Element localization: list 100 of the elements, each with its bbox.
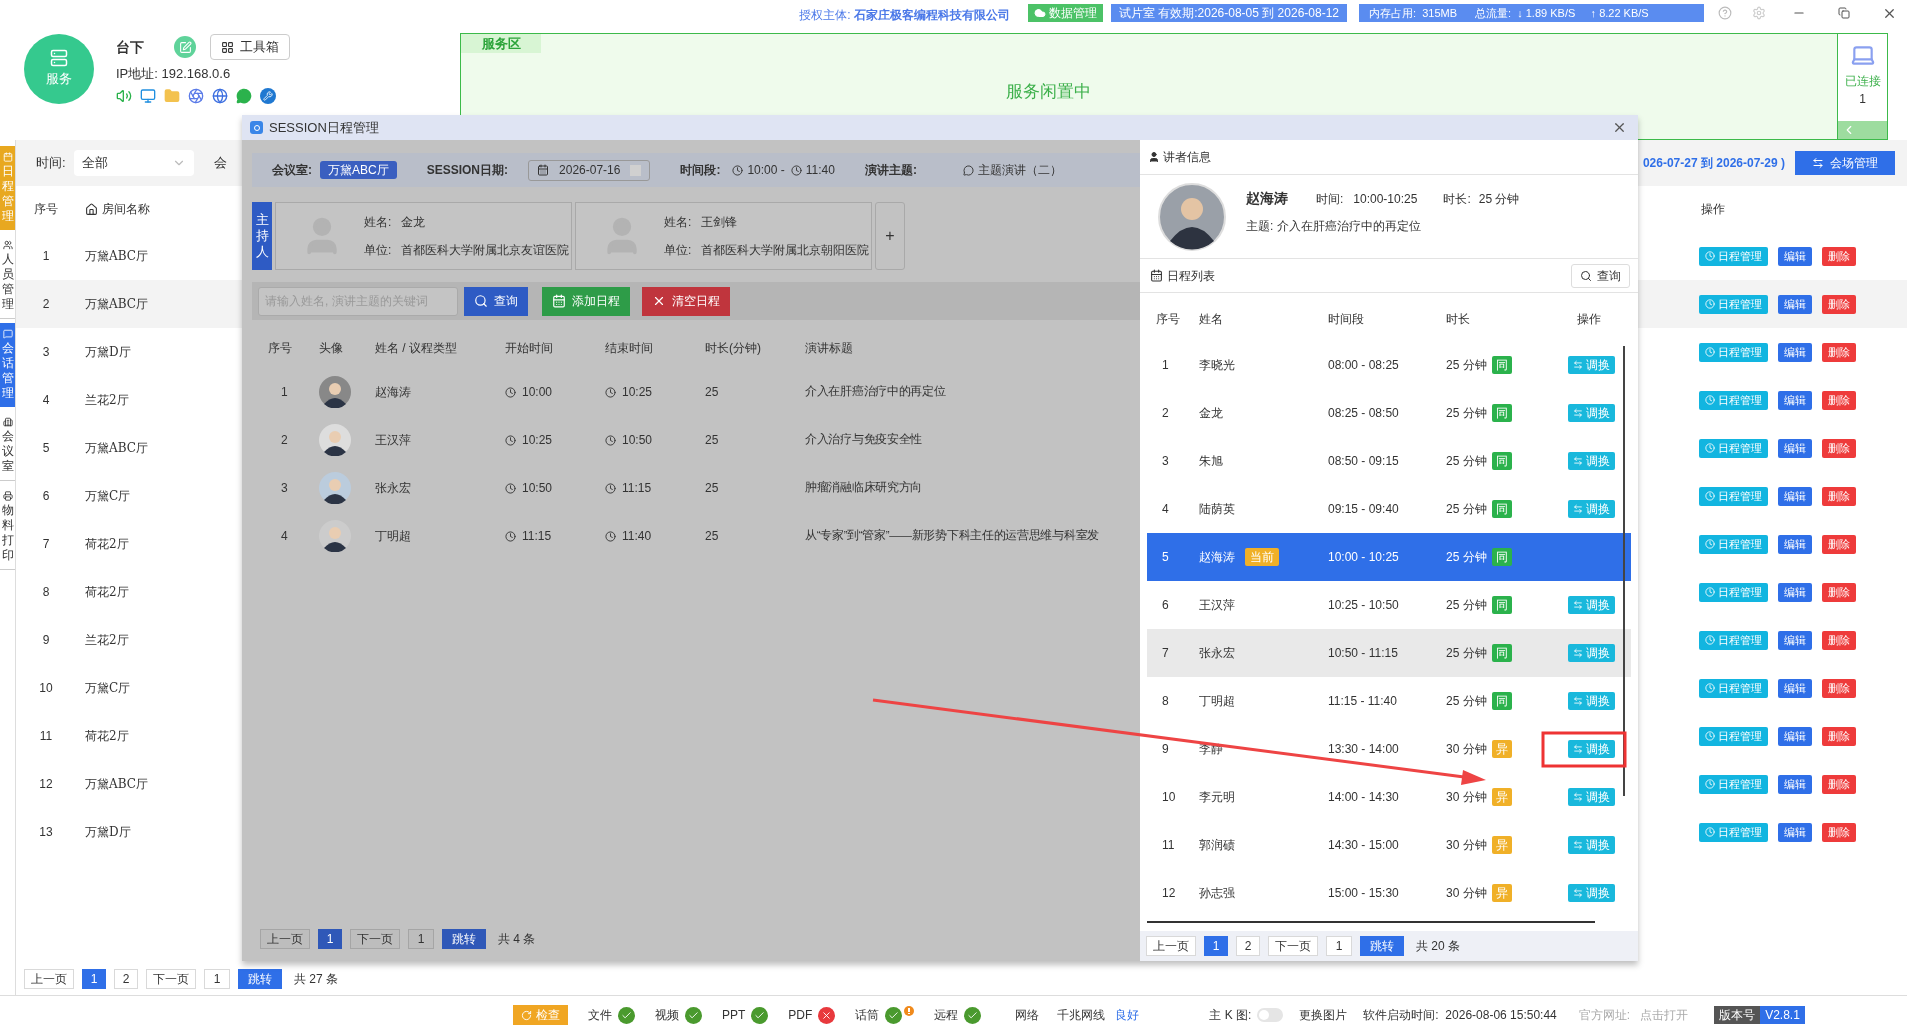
table-cell-text: 陆荫英 (1199, 501, 1235, 518)
table-cell-text: 9 (1161, 741, 1170, 758)
table-cell-text: 5 (1161, 549, 1170, 566)
status-label: 话筒 (855, 1007, 880, 1024)
table-cell-text: 万黛ABC厅 (85, 296, 148, 313)
table-cell-text: 3 (1161, 453, 1170, 470)
table-cell-text: 25 分钟 (1446, 501, 1487, 518)
table-cell-text: 25 (705, 528, 720, 545)
table-cell-text: 10:00 - 10:25 (1327, 549, 1400, 566)
table-cell-text: 10:25 - 10:50 (1327, 597, 1400, 614)
table-cell-text: 25 分钟 (1446, 405, 1487, 422)
column-header: 开始时间 (505, 340, 554, 357)
time-value: 10:00-10:25 (1353, 190, 1418, 208)
panel-title: 讲者信息 (1163, 149, 1211, 166)
table-cell-text: 万黛ABC厅 (85, 248, 148, 265)
host-name-label: 姓名: (664, 214, 692, 231)
room-tag: 万黛ABC厅 (320, 161, 397, 179)
table-cell-text: 4 (41, 392, 51, 409)
time-label: 时间: (1316, 190, 1344, 208)
k-chart-label: 主 K 图: (1209, 1007, 1252, 1024)
table-cell-text: 6 (1161, 597, 1170, 614)
table-cell-text: 10:25 (622, 384, 653, 401)
table-cell-text: 张永宏 (375, 480, 412, 497)
table-cell-text: 张永宏 (1199, 645, 1235, 662)
table-cell-text: 李元明 (1199, 789, 1235, 806)
table-cell-text: 30 分钟 (1446, 741, 1487, 758)
table-cell-text: 万黛C厅 (85, 488, 131, 505)
date-label: SESSION日期: (426, 162, 509, 179)
service-label: 服务 (46, 70, 72, 89)
status-label: 视频 (655, 1007, 679, 1024)
match-tag: 同 (1491, 500, 1512, 518)
speaker-name: 赵海涛 (1246, 189, 1288, 208)
table-cell-text: 介入治疗与免疫安全性 (805, 432, 923, 448)
service-status: 服务闲置中 (1006, 81, 1092, 103)
column-header: 演讲标题 (805, 340, 854, 357)
table-cell-text: 李晓光 (1199, 357, 1235, 374)
dialog-title: SESSION日程管理 (269, 118, 379, 137)
column-header: 房间名称 (102, 201, 150, 218)
table-cell-text: 10:25 (522, 432, 553, 449)
column-header: 姓名 / 议程类型 (375, 340, 458, 357)
table-cell-text: 11:40 (622, 528, 652, 545)
website-label: 官方网址: (1578, 1007, 1631, 1024)
table-cell-text: 王汉萍 (375, 432, 412, 449)
time-range-label: 时间段: (680, 162, 721, 179)
table-cell-text: 6 (41, 488, 51, 505)
service-area-label: 服务区 (461, 34, 541, 53)
table-cell-text: 兰花2厅 (85, 632, 129, 649)
start-time: 软件启动时间: 2026-08-06 15:50:44 (1363, 1007, 1557, 1024)
match-tag: 同 (1491, 404, 1512, 422)
host-organization: 首都医科大学附属北京朝阳医院 (701, 242, 870, 259)
trial-period: 试片室 有效期:2026-08-05 到 2026-08-12 (1110, 4, 1347, 22)
network-type: 千兆网线 (1057, 1007, 1106, 1024)
table-cell-text: 25 (705, 432, 720, 449)
table-cell-text: 30 分钟 (1446, 837, 1487, 854)
table-cell-text: 8 (41, 584, 51, 601)
table-cell-text: 30 分钟 (1446, 789, 1487, 806)
column-header: 序号 (267, 340, 293, 357)
column-header: 头像 (319, 340, 344, 357)
match-tag: 同 (1491, 452, 1512, 470)
table-cell-text: 10 (1161, 789, 1177, 806)
table-cell-text: 介入在肝癌治疗中的再定位 (805, 384, 947, 400)
column-header: 序号 (1155, 311, 1181, 328)
table-cell-text: 1 (41, 248, 51, 265)
table-cell-text: 7 (41, 536, 51, 553)
table-cell-text: 12 (1161, 885, 1177, 902)
table-cell-text: 2 (41, 296, 51, 313)
table-cell-text: 8 (1161, 693, 1170, 710)
room-label: 会议室: (272, 162, 312, 179)
connected-label: 已连接 (1844, 73, 1881, 90)
total-count: 共 27 条 (294, 971, 338, 988)
table-cell-text: 09:15 - 09:40 (1327, 501, 1400, 518)
column-header: 时间段 (1327, 311, 1365, 328)
table-cell-text: 08:25 - 08:50 (1327, 405, 1400, 422)
table-cell-text: 14:30 - 15:00 (1327, 837, 1400, 854)
column-header: 操作 (1576, 311, 1602, 328)
table-cell-text: 3 (280, 480, 289, 497)
table-cell-text: 朱旭 (1199, 453, 1223, 470)
match-tag: 同 (1491, 596, 1512, 614)
ip-address: IP地址: 192.168.0.6 (116, 65, 232, 83)
table-cell-text: 11:15 (522, 528, 552, 545)
start-time-value: 10:00 - (747, 162, 785, 179)
current-tag: 当前 (1245, 548, 1279, 566)
license-text: 授权主体: 石家庄极客编程科技有限公司 (799, 7, 1010, 24)
topic-value: 主题演讲（二） (977, 162, 1062, 179)
table-cell-text: 赵海涛 (375, 384, 412, 401)
table-cell-text: 14:00 - 14:30 (1327, 789, 1400, 806)
duration-label: 时长: (1443, 190, 1471, 208)
version-number: V2.8.1 (1760, 1006, 1805, 1024)
host-name: 金龙 (401, 214, 427, 231)
table-cell-text: 11:15 - 11:40 (1327, 693, 1398, 710)
table-cell-text: 万黛ABC厅 (85, 440, 148, 457)
table-cell-text: 13 (38, 824, 54, 841)
table-cell-text: 4 (280, 528, 289, 545)
network-quality: 良好 (1115, 1007, 1140, 1024)
status-label: PDF (788, 1007, 813, 1024)
table-cell-text: 7 (1161, 645, 1170, 662)
table-cell-text: 2 (280, 432, 289, 449)
host-org-label: 单位: (364, 242, 392, 259)
table-cell-text: 1 (280, 384, 289, 401)
table-cell-text: 25 分钟 (1446, 357, 1487, 374)
